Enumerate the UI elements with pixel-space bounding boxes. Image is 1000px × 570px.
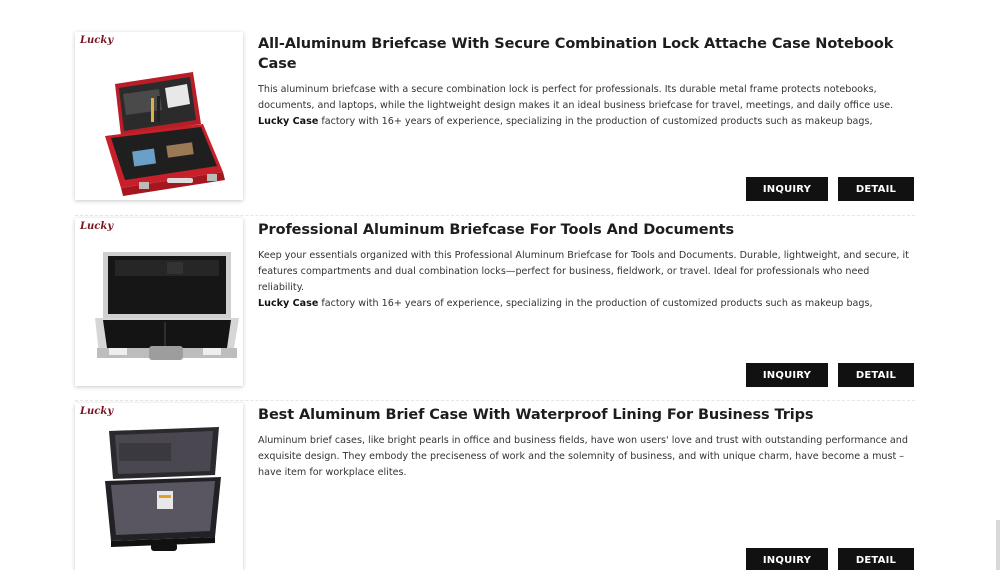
- scrollbar[interactable]: [996, 520, 1000, 570]
- detail-button[interactable]: DETAIL: [838, 363, 914, 387]
- factory-text: factory with 16+ years of experience, sp…: [318, 298, 873, 309]
- inquiry-button[interactable]: INQUIRY: [746, 363, 828, 387]
- product-info: Best Aluminum Brief Case With Waterproof…: [258, 405, 916, 497]
- detail-button[interactable]: DETAIL: [838, 548, 914, 570]
- factory-line: Lucky Case factory with 16+ years of exp…: [258, 296, 916, 312]
- factory-name[interactable]: Lucky Case: [258, 116, 318, 127]
- product-card: Lucky All-Aluminum Briefcase With Secure…: [75, 30, 915, 215]
- factory-name[interactable]: Lucky Case: [258, 298, 318, 309]
- product-info: Professional Aluminum Briefcase For Tool…: [258, 220, 916, 312]
- red-briefcase-image: [105, 72, 225, 196]
- inquiry-button[interactable]: INQUIRY: [746, 177, 828, 201]
- product-card: Lucky Professional Aluminum Briefcase Fo…: [75, 215, 915, 400]
- product-title[interactable]: Best Aluminum Brief Case With Waterproof…: [258, 405, 916, 425]
- detail-button[interactable]: DETAIL: [838, 177, 914, 201]
- description-text: Keep your essentials organized with this…: [258, 250, 909, 293]
- product-card: Lucky Best Aluminum Brief Case With Wate…: [75, 400, 915, 570]
- product-info: All-Aluminum Briefcase With Secure Combi…: [258, 34, 916, 146]
- black-briefcase-image: [105, 427, 221, 551]
- product-title[interactable]: All-Aluminum Briefcase With Secure Combi…: [258, 34, 916, 74]
- silver-briefcase-image: [95, 252, 239, 360]
- product-description: This aluminum briefcase with a secure co…: [258, 82, 916, 146]
- inquiry-button[interactable]: INQUIRY: [746, 548, 828, 570]
- description-text: This aluminum briefcase with a secure co…: [258, 84, 894, 111]
- product-title[interactable]: Professional Aluminum Briefcase For Tool…: [258, 220, 916, 240]
- product-thumbnail[interactable]: Lucky: [75, 403, 243, 570]
- product-thumbnail[interactable]: Lucky: [75, 218, 243, 386]
- product-thumbnail[interactable]: Lucky: [75, 32, 243, 200]
- factory-text: factory with 16+ years of experience, sp…: [318, 116, 873, 127]
- product-description: Aluminum brief cases, like bright pearls…: [258, 433, 916, 497]
- product-description: Keep your essentials organized with this…: [258, 248, 916, 312]
- factory-line: Lucky Case factory with 16+ years of exp…: [258, 114, 916, 130]
- product-list: Lucky All-Aluminum Briefcase With Secure…: [75, 30, 915, 570]
- description-text: Aluminum brief cases, like bright pearls…: [258, 435, 908, 478]
